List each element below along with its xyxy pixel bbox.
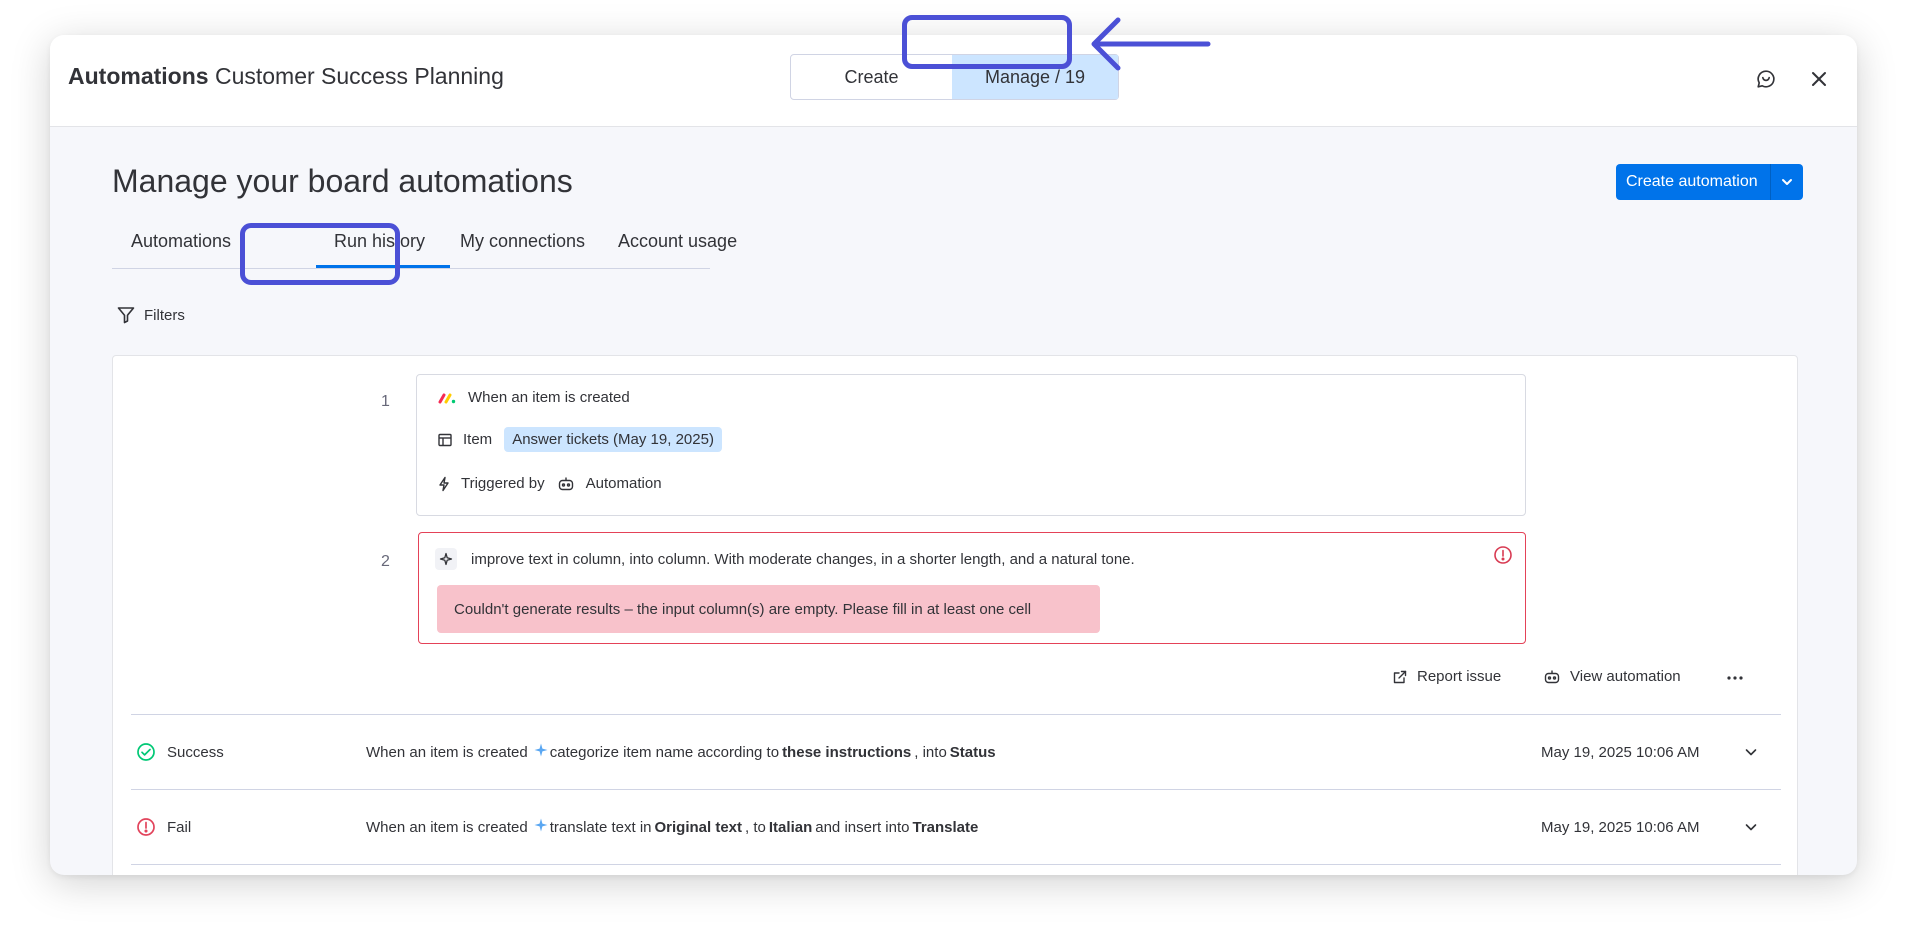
run-timestamp: May 19, 2025 10:06 AM bbox=[1541, 743, 1700, 761]
action-line: improve text in column, into column. Wit… bbox=[435, 548, 1135, 570]
close-icon[interactable] bbox=[1804, 64, 1834, 94]
run-timestamp: May 19, 2025 10:06 AM bbox=[1541, 818, 1700, 836]
feedback-chat-icon[interactable] bbox=[1751, 64, 1781, 94]
modal-title: Automations Customer Success Planning bbox=[68, 63, 504, 89]
more-options-icon[interactable] bbox=[1725, 668, 1745, 693]
external-link-icon bbox=[1393, 670, 1407, 683]
annotation-arrow-icon bbox=[1091, 17, 1211, 71]
manage-tabs: Automations Run history My connections A… bbox=[112, 231, 737, 269]
tab-run-history[interactable]: Run history bbox=[334, 231, 425, 252]
trigger-text: When an item is created bbox=[468, 389, 630, 406]
robot-icon bbox=[558, 477, 573, 490]
triggered-by-line: Triggered by Automation bbox=[437, 475, 662, 492]
row-divider bbox=[131, 864, 1781, 865]
step-number: 1 bbox=[381, 393, 390, 410]
filters-label: Filters bbox=[144, 306, 185, 324]
run-row[interactable]: Fail When an item is created translate t… bbox=[131, 790, 1781, 864]
item-icon bbox=[438, 433, 452, 446]
chevron-down-icon[interactable] bbox=[1771, 164, 1803, 200]
action-text: improve text in column, into column. Wit… bbox=[471, 550, 1135, 568]
modal-header: Automations Customer Success Planning Cr… bbox=[50, 35, 1857, 127]
ai-sparkle-icon bbox=[534, 818, 548, 836]
run-description: When an item is created categorize item … bbox=[366, 743, 996, 761]
success-check-icon bbox=[136, 715, 156, 789]
status-label: Success bbox=[167, 743, 224, 761]
view-automation-label: View automation bbox=[1570, 668, 1681, 685]
item-line: Item Answer tickets (May 19, 2025) bbox=[437, 427, 722, 452]
error-alert-icon bbox=[1493, 545, 1513, 570]
filter-icon bbox=[117, 307, 135, 324]
view-automation-button[interactable]: View automation bbox=[1543, 668, 1681, 685]
active-tab-indicator bbox=[316, 265, 450, 268]
trigger-line: When an item is created bbox=[437, 389, 630, 406]
report-issue-label: Report issue bbox=[1417, 668, 1502, 685]
item-chip[interactable]: Answer tickets (May 19, 2025) bbox=[504, 427, 722, 452]
run-description: When an item is created translate text i… bbox=[366, 818, 979, 836]
tab-automations[interactable]: Automations bbox=[131, 231, 231, 252]
tab-account-usage[interactable]: Account usage bbox=[618, 231, 737, 252]
trigger-step-card: When an item is created Item Answer tick… bbox=[416, 374, 1526, 516]
report-issue-button[interactable]: Report issue bbox=[1392, 668, 1501, 685]
tab-my-connections[interactable]: My connections bbox=[460, 231, 585, 252]
error-message: Couldn't generate results – the input co… bbox=[437, 585, 1100, 633]
create-tab-button[interactable]: Create bbox=[791, 55, 952, 99]
triggered-by-value: Automation bbox=[585, 475, 662, 492]
monday-logo-icon bbox=[438, 393, 456, 403]
chevron-down-icon[interactable] bbox=[1743, 715, 1759, 789]
fail-alert-icon bbox=[136, 790, 156, 864]
run-history-panel: 1 When an item is created Item Answer ti… bbox=[112, 355, 1798, 875]
chevron-down-icon[interactable] bbox=[1743, 790, 1759, 864]
status-label: Fail bbox=[167, 818, 192, 836]
create-automation-label[interactable]: Create automation bbox=[1616, 164, 1771, 200]
action-step-card-error: improve text in column, into column. Wit… bbox=[418, 532, 1526, 644]
ai-sparkle-icon bbox=[534, 743, 548, 761]
run-row[interactable]: Success When an item is created categori… bbox=[131, 715, 1781, 789]
robot-icon bbox=[1544, 670, 1560, 683]
lightning-icon bbox=[439, 476, 449, 491]
ai-sparkle-icon bbox=[435, 548, 457, 570]
create-automation-button[interactable]: Create automation bbox=[1616, 164, 1803, 200]
step-number: 2 bbox=[381, 553, 390, 570]
page-title: Manage your board automations bbox=[112, 163, 573, 199]
item-label: Item bbox=[463, 431, 493, 448]
create-manage-toggle: Create Manage / 19 bbox=[790, 54, 1119, 100]
triggered-by-label: Triggered by bbox=[461, 475, 545, 492]
filters-button[interactable]: Filters bbox=[116, 305, 185, 325]
automations-modal: Automations Customer Success Planning Cr… bbox=[50, 35, 1857, 875]
